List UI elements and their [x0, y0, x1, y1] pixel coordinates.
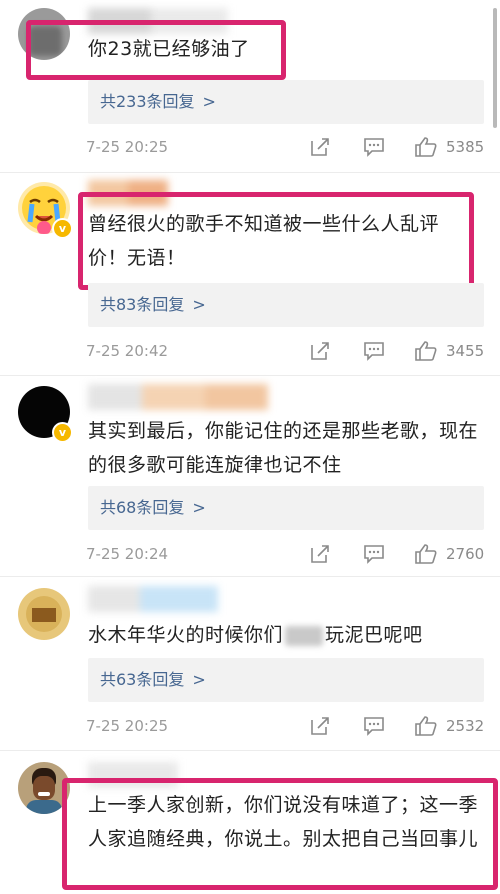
divider	[0, 172, 500, 173]
share-icon[interactable]	[308, 542, 332, 566]
like-count: 3455	[446, 342, 485, 360]
share-icon[interactable]	[308, 339, 332, 363]
thumbs-up-icon[interactable]	[414, 714, 438, 738]
verified-badge-icon: v	[52, 218, 73, 239]
comment-meta: 7-25 20:25 5385	[86, 133, 486, 161]
like-count: 5385	[446, 138, 485, 156]
timestamp: 7-25 20:25	[86, 138, 169, 156]
timestamp: 7-25 20:25	[86, 717, 169, 735]
username-blurred[interactable]	[88, 384, 268, 410]
comment-text-part: 水木年华火的时候你们	[88, 624, 284, 646]
chevron-right-icon: >	[192, 295, 206, 314]
divider	[0, 375, 500, 376]
replies-count: 共83条回复	[100, 295, 185, 314]
view-replies-button[interactable]: 共68条回复 >	[88, 486, 484, 530]
comment-icon[interactable]	[362, 339, 386, 363]
chevron-right-icon: >	[192, 498, 206, 517]
divider	[0, 576, 500, 577]
comment-text: 曾经很火的歌手不知道被一些什么人乱评价！无语！	[88, 213, 440, 269]
comment-icon[interactable]	[362, 135, 386, 159]
scrollbar[interactable]	[493, 8, 497, 128]
replies-count: 共68条回复	[100, 498, 185, 517]
username-blurred[interactable]	[88, 586, 218, 612]
thumbs-up-icon[interactable]	[414, 135, 438, 159]
timestamp: 7-25 20:42	[86, 342, 169, 360]
comment-icon[interactable]	[362, 542, 386, 566]
comment-meta: 7-25 20:42 3455	[86, 337, 486, 365]
comment-text: 水木年华火的时候你们 玩泥巴呢吧	[88, 618, 488, 652]
comment-text: 你23就已经够油了	[88, 38, 250, 60]
like-count: 2760	[446, 545, 485, 563]
comment-text: 上一季人家创新，你们说没有味道了；这一季人家追随经典，你说土。别太把自己当回事儿	[88, 794, 479, 850]
verified-badge-icon: v	[52, 422, 73, 443]
chevron-right-icon: >	[192, 670, 206, 689]
comment-text-part: 玩泥巴呢吧	[325, 624, 423, 646]
view-replies-button[interactable]: 共233条回复 >	[88, 80, 484, 124]
comment-meta: 7-25 20:25 2532	[86, 712, 486, 740]
comment-list-screen: 你23就已经够油了 共233条回复 > 7-25 20:25 5385 v 曾经…	[0, 0, 500, 894]
view-replies-button[interactable]: 共63条回复 >	[88, 658, 484, 702]
chevron-right-icon: >	[202, 92, 216, 111]
avatar[interactable]	[18, 588, 70, 640]
thumbs-up-icon[interactable]	[414, 542, 438, 566]
timestamp: 7-25 20:24	[86, 545, 169, 563]
replies-count: 共63条回复	[100, 670, 185, 689]
share-icon[interactable]	[308, 714, 332, 738]
view-replies-button[interactable]: 共83条回复 >	[88, 283, 484, 327]
comment-icon[interactable]	[362, 714, 386, 738]
divider	[0, 750, 500, 751]
replies-count: 共233条回复	[100, 92, 195, 111]
like-count: 2532	[446, 717, 485, 735]
comment-text: 其实到最后，你能记住的还是那些老歌，现在的很多歌可能连旋律也记不住	[88, 420, 479, 476]
share-icon[interactable]	[308, 135, 332, 159]
comment-meta: 7-25 20:24 2760	[86, 540, 486, 568]
censored-text-blur	[285, 625, 324, 646]
thumbs-up-icon[interactable]	[414, 339, 438, 363]
